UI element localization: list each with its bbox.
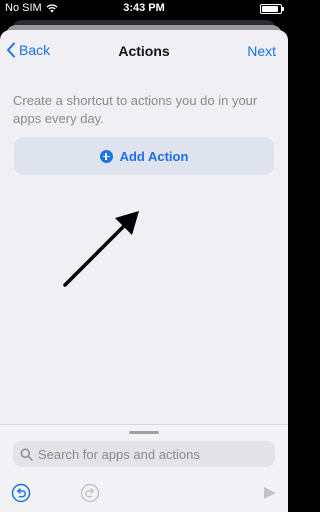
drag-handle[interactable] [129, 431, 159, 434]
search-bar[interactable] [13, 441, 275, 467]
navigation-bar: Back Actions Next [0, 30, 288, 74]
page-title: Actions [118, 43, 170, 59]
search-input[interactable] [38, 446, 268, 462]
play-icon[interactable] [259, 483, 279, 503]
actions-sheet: Back Actions Next Create a shortcut to a… [0, 30, 288, 512]
bottom-toolbar [0, 481, 288, 505]
redo-icon[interactable] [80, 483, 100, 503]
status-bar: No SIM 3:43 PM [0, 0, 288, 18]
status-time: 3:43 PM [123, 2, 165, 14]
search-icon [20, 448, 33, 461]
next-button[interactable]: Next [247, 43, 276, 59]
battery-icon [260, 4, 284, 14]
undo-icon[interactable] [11, 483, 31, 503]
plus-circle-icon [99, 149, 113, 163]
pointer-arrow-icon [63, 211, 139, 287]
bottom-panel [0, 424, 288, 512]
add-action-label: Add Action [119, 148, 189, 164]
add-action-button[interactable]: Add Action [14, 137, 274, 175]
description-text: Create a shortcut to actions you do in y… [13, 93, 258, 126]
